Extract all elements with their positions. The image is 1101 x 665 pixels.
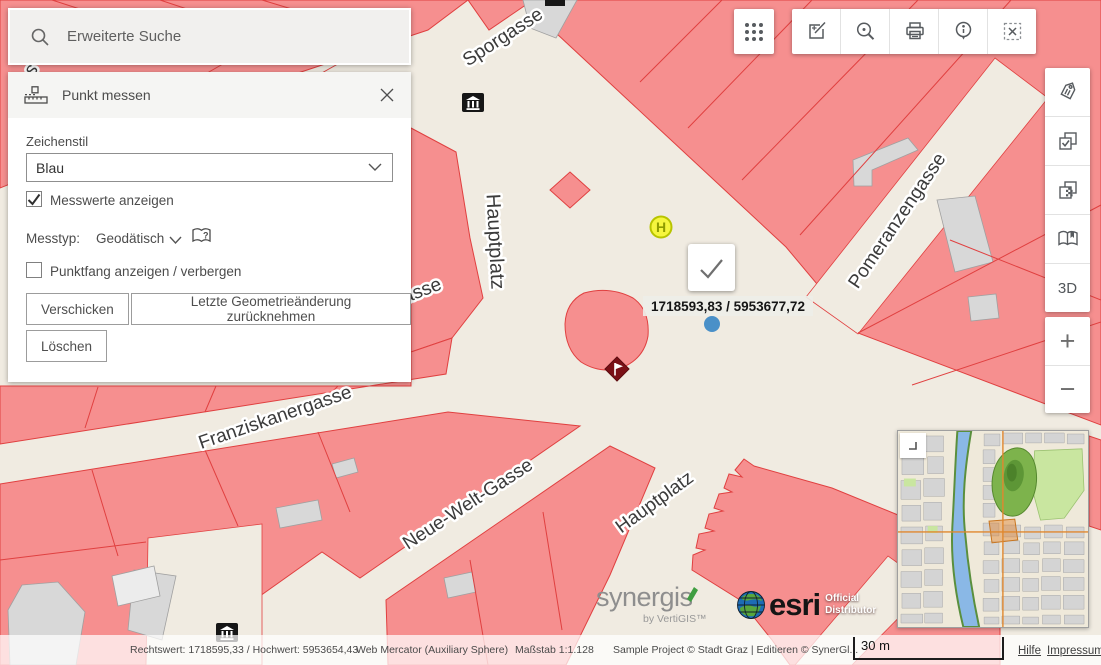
museum-icon <box>462 93 484 112</box>
chevron-down-icon <box>368 163 382 172</box>
synergis-logo-text: synergis <box>596 582 693 612</box>
imprint-link[interactable]: Impressum <box>1047 645 1101 657</box>
printer-icon <box>903 20 926 43</box>
zeichenstil-select[interactable]: Blau <box>26 153 393 182</box>
map-toolbar <box>792 9 1036 54</box>
minus-icon: − <box>1060 376 1076 403</box>
messtyp-label: Messtyp: <box>26 231 80 246</box>
undo-geometry-button[interactable]: Letzte Geometrieänderung zurücknehmen <box>131 293 411 325</box>
dashed-select-x-icon <box>1001 20 1024 43</box>
confirm-measure-button[interactable] <box>688 244 735 291</box>
punktfang-checkbox[interactable] <box>26 262 42 278</box>
measure-point[interactable] <box>704 316 720 332</box>
tag-icon <box>1056 80 1080 104</box>
layers-transparency-icon <box>1056 178 1080 202</box>
3d-button[interactable]: 3D <box>1045 263 1090 312</box>
layers-transparency-button[interactable] <box>1045 165 1090 214</box>
zeichenstil-label: Zeichenstil <box>26 134 88 149</box>
zoom-out-button[interactable]: − <box>1045 365 1090 413</box>
chevron-down-icon[interactable] <box>169 236 182 245</box>
select-extent-button[interactable] <box>987 9 1036 54</box>
magnifier-dot-icon <box>854 20 877 43</box>
esri-logo-text: esri <box>769 589 820 620</box>
scale-bar: 30 m <box>853 637 1004 660</box>
print-button[interactable] <box>889 9 938 54</box>
search-input[interactable] <box>65 27 369 46</box>
status-scale: Maßstab 1:1.128 <box>515 644 594 656</box>
overview-map[interactable] <box>897 430 1089 628</box>
zoom-controls: + − <box>1045 317 1090 413</box>
bus-stop-marker: H <box>651 217 672 238</box>
esri-globe-icon <box>736 590 766 620</box>
layers-check-icon <box>1056 129 1080 153</box>
measure-point-icon <box>24 86 49 104</box>
info-button[interactable] <box>938 9 987 54</box>
apps-grid-icon <box>742 20 766 44</box>
side-toolbar: 3D <box>1045 68 1090 312</box>
overview-map-canvas <box>898 431 1088 627</box>
esri-logo: esri Official Distributor <box>736 589 876 620</box>
overview-collapse-button[interactable] <box>900 433 926 458</box>
search-field[interactable] <box>10 10 409 63</box>
scale-bar-label: 30 m <box>861 638 890 653</box>
status-projection: Web Mercator (Auxiliary Sphere) <box>356 644 508 656</box>
corner-collapse-icon <box>905 438 921 454</box>
plus-icon: + <box>1060 328 1076 355</box>
measure-panel-title: Punkt messen <box>62 87 151 103</box>
svg-text:1718593,83 / 5953677,72: 1718593,83 / 5953677,72 <box>651 299 805 314</box>
esri-official-text: Official <box>825 593 876 605</box>
messtyp-select[interactable]: Geodätisch <box>96 231 164 246</box>
measure-panel-header: Punkt messen <box>8 72 411 118</box>
museum-icon-partial <box>545 0 565 6</box>
map-book-icon <box>1056 227 1080 251</box>
layers-select-button[interactable] <box>1045 116 1090 165</box>
zoom-search-button[interactable] <box>840 9 889 54</box>
apps-menu-button[interactable] <box>734 9 774 54</box>
status-coordinates: Rechtswert: 1718595,33 / Hochwert: 59536… <box>130 644 358 656</box>
messwerte-checkbox[interactable] <box>26 191 42 207</box>
close-icon[interactable] <box>379 87 395 103</box>
zoom-in-button[interactable]: + <box>1045 317 1090 365</box>
search-panel <box>8 8 411 65</box>
delete-button[interactable]: Löschen <box>26 330 107 362</box>
help-link[interactable]: Hilfe <box>1018 645 1041 657</box>
synergis-logo-subtext: by VertiGIS™ <box>643 613 707 625</box>
svg-text:H: H <box>656 219 666 235</box>
send-button[interactable]: Verschicken <box>26 293 129 325</box>
punktfang-label: Punktfang anzeigen / verbergen <box>50 264 241 279</box>
measure-help-icon[interactable]: ? <box>191 227 213 245</box>
svg-text:?: ? <box>203 231 209 241</box>
map-book-button[interactable] <box>1045 214 1090 263</box>
search-icon <box>30 27 50 47</box>
measure-panel: Punkt messen Zeichenstil Blau Messwerte … <box>8 72 411 382</box>
edit-button[interactable] <box>792 9 840 54</box>
synergis-leaf-icon <box>684 585 698 602</box>
gis-app: { "search": { "placeholder": "Erweiterte… <box>0 0 1101 665</box>
messwerte-label: Messwerte anzeigen <box>50 193 174 208</box>
info-icon <box>952 20 975 43</box>
esri-distributor-text: Distributor <box>825 605 876 617</box>
synergis-logo: synergis by VertiGIS™ <box>596 582 726 628</box>
tag-button[interactable] <box>1045 68 1090 116</box>
coordinate-tooltip: 1718593,83 / 5953677,72 <box>643 296 813 316</box>
check-icon <box>27 193 41 206</box>
status-attribution: Sample Project © Stadt Graz | Editieren … <box>613 644 858 656</box>
status-bar: Rechtswert: 1718595,33 / Hochwert: 59536… <box>0 635 1101 665</box>
3d-label: 3D <box>1058 280 1077 297</box>
zeichenstil-value: Blau <box>36 160 368 176</box>
checkmark-icon <box>688 244 735 291</box>
edit-icon <box>805 20 828 43</box>
